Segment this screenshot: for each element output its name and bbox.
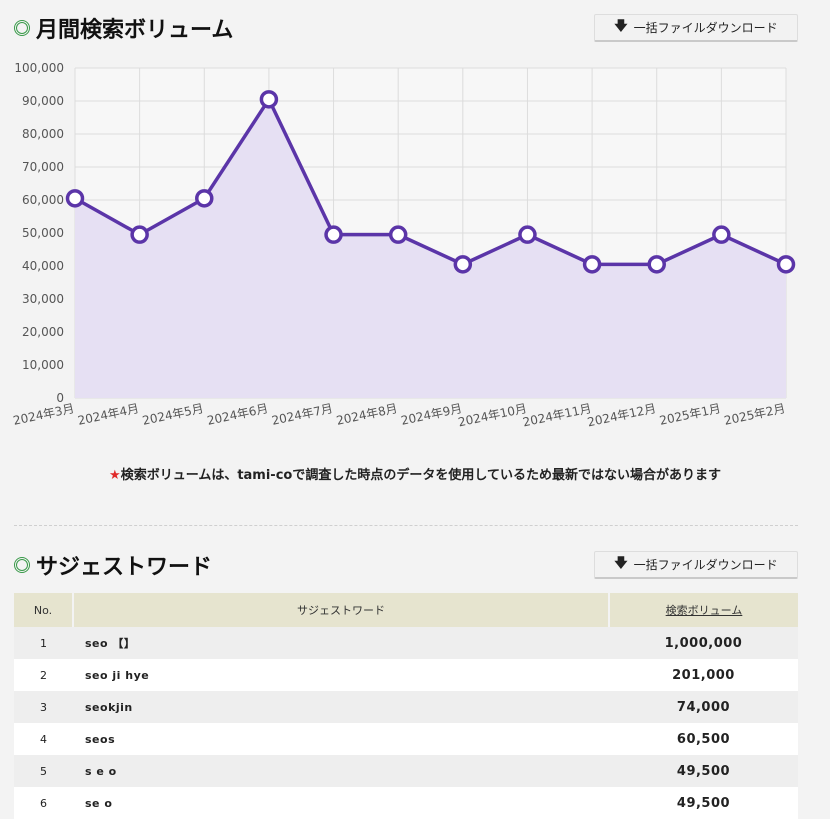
x-tick-label: 2024年5月 <box>141 401 205 428</box>
download-arrow-icon: 🡇 <box>614 18 628 34</box>
suggest-table: No. サジェストワード 検索ボリューム 1 seo 【】 1,000,000 … <box>14 593 798 819</box>
x-tick-label: 2024年9月 <box>400 401 464 428</box>
volume-download-label: 一括ファイルダウンロード <box>633 21 778 35</box>
download-arrow-icon: 🡇 <box>614 555 628 571</box>
column-header-keyword: サジェストワード <box>73 593 610 627</box>
y-tick-label: 70,000 <box>22 160 64 174</box>
star-icon: ★ <box>109 468 121 483</box>
table-row: 4 seos 60,500 <box>14 723 798 755</box>
circle-bullet-icon <box>14 557 30 573</box>
x-tick-label: 2024年6月 <box>206 401 270 428</box>
y-tick-label: 40,000 <box>22 259 64 273</box>
data-point <box>712 225 731 244</box>
column-header-no: No. <box>14 593 74 627</box>
data-point <box>259 90 279 109</box>
table-row: 1 seo 【】 1,000,000 <box>14 627 798 659</box>
row-volume: 49,500 <box>609 787 798 819</box>
table-row: 6 se o 49,500 <box>14 787 798 819</box>
x-tick-label: 2024年11月 <box>522 401 593 429</box>
row-volume: 49,500 <box>609 755 798 787</box>
suggest-section-title-text: サジェストワード <box>36 555 213 580</box>
table-row: 2 seo ji hye 201,000 <box>14 659 798 691</box>
row-number: 5 <box>14 755 73 787</box>
y-tick-label: 20,000 <box>22 325 64 339</box>
data-point <box>582 255 602 274</box>
y-tick-label: 30,000 <box>22 292 64 306</box>
row-keyword: seo 【】 <box>73 627 609 659</box>
table-header-row: No. サジェストワード 検索ボリューム <box>14 593 798 627</box>
volume-section-title-text: 月間検索ボリューム <box>36 18 234 43</box>
row-volume: 1,000,000 <box>609 627 798 659</box>
section-divider <box>14 525 798 526</box>
y-tick-label: 80,000 <box>22 127 64 141</box>
data-point <box>776 255 796 274</box>
row-number: 1 <box>14 627 73 659</box>
row-number: 2 <box>14 659 73 691</box>
x-tick-label: 2024年4月 <box>77 401 141 428</box>
monthly-volume-chart: 010,00020,00030,00040,00050,00060,00070,… <box>12 61 796 429</box>
row-volume: 201,000 <box>609 659 798 691</box>
volume-download-button[interactable]: 🡇 一括ファイルダウンロード <box>594 14 798 42</box>
row-keyword: seos <box>73 723 609 755</box>
row-keyword: se o <box>73 787 609 819</box>
table-row: 3 seokjin 74,000 <box>14 691 798 723</box>
data-point <box>518 225 537 244</box>
suggest-download-label: 一括ファイルダウンロード <box>633 558 778 572</box>
table-row: 5 s e o 49,500 <box>14 755 798 787</box>
data-point <box>65 189 85 208</box>
volume-note-text: 検索ボリュームは、tami-coで調査した時点のデータを使用しているため最新では… <box>120 468 721 483</box>
row-keyword: s e o <box>73 755 609 787</box>
y-tick-label: 100,000 <box>14 61 64 75</box>
row-volume: 74,000 <box>609 691 798 723</box>
suggest-download-button[interactable]: 🡇 一括ファイルダウンロード <box>594 551 798 579</box>
data-point <box>647 255 666 274</box>
data-point <box>195 189 214 208</box>
volume-note: ★検索ボリュームは、tami-coで調査した時点のデータを使用しているため最新で… <box>0 464 830 483</box>
y-tick-label: 90,000 <box>22 94 64 108</box>
suggest-section-title: サジェストワード <box>14 549 212 581</box>
row-volume: 60,500 <box>609 723 798 755</box>
y-tick-label: 50,000 <box>22 226 64 240</box>
volume-section-title: 月間検索ボリューム <box>14 12 233 44</box>
row-keyword: seokjin <box>73 691 609 723</box>
data-point <box>130 225 149 244</box>
x-tick-label: 2024年8月 <box>335 401 399 428</box>
row-number: 6 <box>14 787 73 819</box>
x-tick-label: 2025年1月 <box>658 401 722 428</box>
y-tick-label: 10,000 <box>22 358 64 372</box>
circle-bullet-icon <box>14 20 30 36</box>
row-keyword: seo ji hye <box>73 659 609 691</box>
y-tick-label: 60,000 <box>22 193 64 207</box>
data-point <box>453 255 473 274</box>
row-number: 3 <box>14 691 73 723</box>
x-tick-label: 2025年2月 <box>723 401 787 428</box>
x-tick-label: 2024年10月 <box>457 401 528 429</box>
column-header-volume-sort[interactable]: 検索ボリューム <box>609 593 798 627</box>
x-tick-label: 2024年12月 <box>586 401 657 429</box>
data-point <box>324 225 343 244</box>
x-tick-label: 2024年3月 <box>12 401 76 428</box>
x-tick-label: 2024年7月 <box>270 401 334 428</box>
data-point <box>388 225 408 244</box>
row-number: 4 <box>14 723 73 755</box>
